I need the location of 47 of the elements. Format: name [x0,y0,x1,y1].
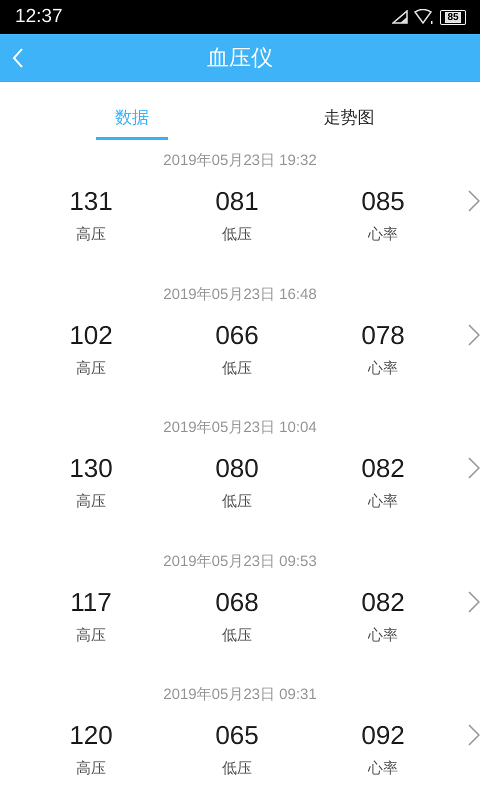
reading-value: 068 [215,586,259,618]
clock-time: 12:37 [15,6,63,28]
record-datetime: 2019年05月23日 16:48 [162,284,318,304]
reading-value: 082 [361,586,405,618]
reading-value: 078 [361,318,405,352]
signal-icon [392,10,408,24]
reading-label: 高压 [76,358,106,378]
reading-value: 092 [361,719,405,752]
reading-label: 心率 [368,759,398,779]
reading-value: 085 [361,185,405,218]
reading-label: 心率 [368,492,398,512]
back-icon[interactable] [12,48,24,68]
reading-label: 高压 [76,225,106,245]
page-title: 血压仪 [207,44,273,72]
reading-label: 低压 [222,492,252,512]
reading-label: 高压 [76,759,106,779]
reading-label: 低压 [222,358,252,378]
record-datetime: 2019年05月23日 10:04 [162,418,318,438]
reading-value: 081 [215,185,259,218]
reading-value: 065 [215,719,259,752]
chevron-right-icon[interactable] [468,324,480,346]
reading-label: 低压 [222,759,252,779]
reading-value: 130 [69,452,113,485]
reading-label: 低压 [222,626,252,646]
record-datetime: 2019年05月23日 09:53 [162,552,318,572]
wifi-icon [414,9,434,25]
chevron-right-icon[interactable] [468,457,480,479]
reading-value: 131 [69,185,113,218]
chevron-right-icon[interactable] [468,590,480,612]
reading-label: 高压 [76,626,106,646]
record-datetime: 2019年05月23日 19:32 [162,151,318,171]
reading-label: 心率 [368,225,398,245]
tab[interactable]: 走势图 [313,82,385,140]
reading-label: 高压 [76,492,106,512]
battery-level: 85 [445,12,461,22]
reading-value: 117 [70,586,112,618]
chevron-right-icon[interactable] [468,724,480,746]
record-datetime: 2019年05月23日 09:31 [162,685,318,705]
reading-value: 066 [215,318,259,352]
reading-value: 102 [69,318,113,352]
reading-label: 心率 [368,626,398,646]
reading-value: 080 [215,452,259,485]
reading-label: 心率 [368,358,398,378]
reading-value: 120 [69,719,113,752]
reading-value: 082 [361,452,405,485]
chevron-right-icon[interactable] [468,190,480,212]
reading-label: 低压 [222,225,252,245]
